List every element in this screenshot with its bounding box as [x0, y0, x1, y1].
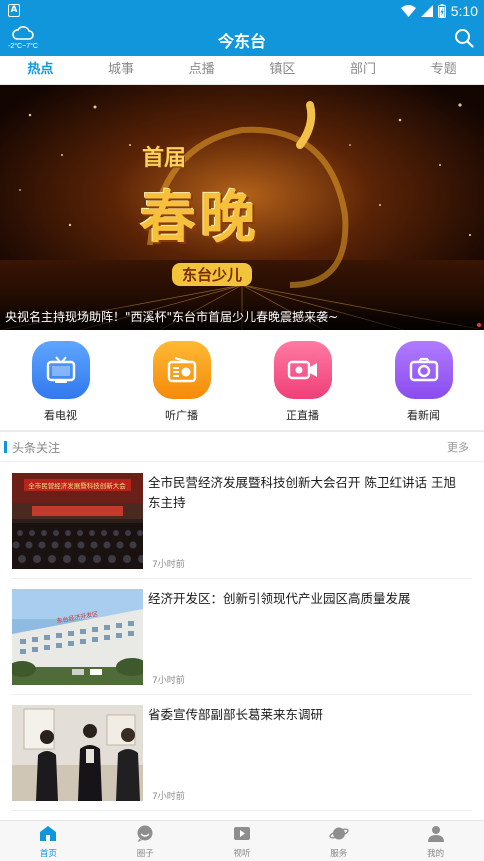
news-title: 全市民营经济发展暨科技创新大会召开 陈卫红讲话 王旭东主持 — [148, 475, 456, 510]
thumbnail-banner-text: 全市民营经济发展暨科技创新大会 — [28, 481, 126, 490]
section-header: 头条关注 更多 — [0, 432, 484, 462]
search-icon[interactable] — [454, 28, 474, 48]
quick-link-label: 看电视 — [44, 409, 77, 422]
section-accent-bar — [4, 441, 7, 453]
nav-label: 圈子 — [136, 849, 154, 859]
app-title: 今东台 — [217, 32, 266, 51]
status-icons: 5:10 — [400, 2, 478, 20]
banner-art-title: 春晚 — [140, 185, 260, 251]
nav-label: 服务 — [330, 849, 348, 859]
news-thumbnail: 全市民营经济发展暨科技创新大会 — [12, 473, 143, 569]
tab-departments[interactable]: 部门 — [323, 56, 404, 84]
news-item[interactable]: 省委宣传部副部长葛莱来东调研 7小时前 — [12, 695, 472, 811]
hero-banner[interactable]: 首届 春晚 东台少儿 央视名主持现场助阵！"西溪杯"东台市首届少儿春晚震撼来袭~ — [0, 85, 484, 330]
quick-link-news[interactable]: 看新闻 — [363, 330, 484, 430]
quick-link-tv[interactable]: 看电视 — [0, 330, 121, 430]
app-notification-icon: A — [8, 4, 20, 17]
news-time: 7小时前 — [152, 792, 185, 802]
quick-link-label: 看新闻 — [407, 409, 440, 422]
news-title: 经济开发区：创新引领现代产业园区高质量发展 — [148, 591, 411, 606]
tab-hot[interactable]: 热点 — [0, 56, 81, 84]
news-thumbnail — [12, 705, 143, 801]
clock: 5:10 — [450, 3, 478, 19]
app-bar: -2°C~7°C 今东台 — [0, 22, 484, 56]
home-icon — [40, 826, 57, 841]
status-bar: A 5:10 — [0, 0, 484, 22]
quick-link-label: 正直播 — [286, 409, 319, 422]
tab-towns[interactable]: 镇区 — [242, 56, 323, 84]
battery-icon — [437, 4, 446, 18]
nav-circle[interactable]: 圈子 — [97, 821, 194, 861]
banner-art-title-top: 首届 — [142, 145, 187, 171]
news-item[interactable]: 全市民营经济发展暨科技创新大会 全市民营经济发展暨科技创新大会召开 陈卫红讲话 … — [12, 463, 472, 579]
wifi-icon — [400, 5, 416, 17]
nav-label: 首页 — [39, 849, 57, 859]
radio-icon — [152, 341, 211, 399]
section-title: 头条关注 — [12, 441, 61, 455]
nav-label: 视听 — [233, 849, 251, 859]
news-title: 省委宣传部副部长葛莱来东调研 — [148, 707, 324, 722]
video-camera-icon — [273, 341, 332, 399]
news-time: 7小时前 — [152, 676, 185, 686]
more-link[interactable]: 更多 — [447, 439, 469, 455]
news-list: 全市民营经济发展暨科技创新大会 全市民营经济发展暨科技创新大会召开 陈卫红讲话 … — [12, 463, 472, 811]
nav-services[interactable]: 服务 — [290, 821, 387, 861]
tv-icon — [31, 341, 90, 399]
nav-profile[interactable]: 我的 — [387, 821, 484, 861]
signal-icon — [420, 5, 433, 17]
tab-city[interactable]: 城事 — [81, 56, 162, 84]
camera-icon — [394, 341, 453, 399]
tab-topics[interactable]: 专题 — [403, 56, 484, 84]
category-tabs: 热点 城事 点播 镇区 部门 专题 — [0, 56, 484, 85]
news-time: 7小时前 — [152, 560, 185, 570]
nav-label: 我的 — [427, 849, 445, 859]
quick-link-radio[interactable]: 听广播 — [121, 330, 242, 430]
tab-on-demand[interactable]: 点播 — [161, 56, 242, 84]
news-thumbnail: 东台经济开发区 — [12, 589, 143, 685]
quick-link-label: 听广播 — [165, 409, 198, 422]
carousel-indicator — [477, 323, 481, 327]
planet-icon — [329, 827, 349, 840]
nav-home[interactable]: 首页 — [0, 821, 97, 861]
play-icon — [233, 827, 250, 840]
banner-art-subtitle: 东台少儿 — [172, 263, 253, 286]
quick-link-live[interactable]: 正直播 — [242, 330, 363, 430]
banner-caption: 央视名主持现场助阵！"西溪杯"东台市首届少儿春晚震撼来袭~ — [0, 304, 484, 330]
nav-media[interactable]: 视听 — [194, 821, 291, 861]
news-item[interactable]: 东台经济开发区 经济开发区：创新引领现代产业园区高质量发展 7小时前 — [12, 579, 472, 695]
quick-links: 看电视 听广播 正直播 看新闻 — [0, 330, 484, 430]
chat-icon — [137, 825, 153, 842]
bottom-navigation: 首页 圈子 视听 服务 我的 — [0, 820, 484, 861]
person-icon — [427, 826, 444, 842]
